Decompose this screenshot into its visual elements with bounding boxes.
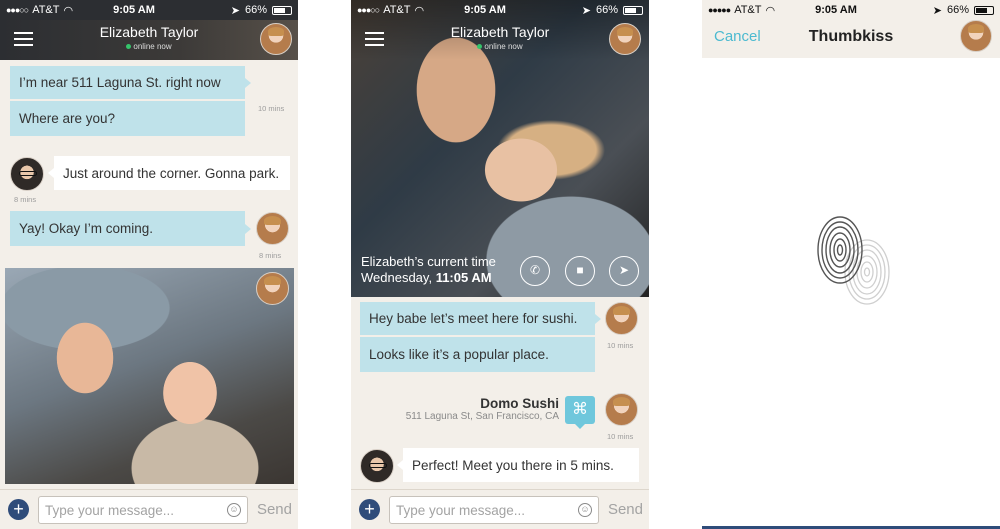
chat-header: Elizabeth Taylor online now <box>351 20 649 60</box>
message-bubble: Hey babe let’s meet here for sushi. <box>360 302 601 335</box>
sender-avatar <box>10 157 44 191</box>
emoji-icon[interactable]: ☺ <box>578 503 592 517</box>
chat-header: Elizabeth Taylor online now <box>0 20 298 60</box>
location-icon: ➤ <box>230 4 240 17</box>
restaurant-pin-icon[interactable]: ⌘ <box>565 396 595 429</box>
message-bubble: Yay! Okay I’m coming. <box>10 211 251 246</box>
carrier-label: AT&T <box>383 4 411 16</box>
status-time: 9:05 AM <box>815 4 857 16</box>
presence-status: online now <box>351 42 649 51</box>
message-timestamp: 10 mins <box>607 341 634 350</box>
sender-avatar <box>360 449 394 483</box>
phone-icon: ✆ <box>529 263 541 277</box>
thumbkiss-screen: ●●●●● AT&T ◠ 9:05 AM ➤ 66% Cancel Thumbkiss <box>702 0 1000 529</box>
fingerprint-icon[interactable] <box>810 210 896 314</box>
online-dot-icon <box>126 44 132 50</box>
share-location-button[interactable]: ➤ <box>609 256 639 286</box>
message-composer: + ☺ Send <box>351 489 649 529</box>
battery-percent: 66% <box>244 4 267 16</box>
carrier-label: AT&T <box>32 4 60 16</box>
status-time: 9:05 AM <box>113 4 155 16</box>
wifi-icon: ◠ <box>414 4 425 17</box>
signal-icon: ●●●●● <box>708 5 731 15</box>
video-camera-icon: ■ <box>576 263 584 277</box>
message-composer: + ☺ Send <box>0 489 298 529</box>
online-dot-icon <box>477 44 483 50</box>
carrier-label: AT&T <box>734 4 762 16</box>
battery-percent: 66% <box>595 4 618 16</box>
contact-avatar[interactable] <box>609 23 641 55</box>
battery-icon <box>974 5 994 15</box>
send-button[interactable]: Send <box>608 501 643 518</box>
battery-percent: 66% <box>946 4 969 16</box>
my-avatar <box>256 272 289 305</box>
wifi-icon: ◠ <box>63 4 74 17</box>
contact-avatar[interactable] <box>960 20 992 52</box>
message-timestamp: 10 mins <box>607 432 634 441</box>
signal-icon: ●●●○○ <box>357 5 380 15</box>
contact-avatar[interactable] <box>260 23 292 55</box>
add-attachment-button[interactable]: + <box>8 499 29 520</box>
page-title: Thumbkiss <box>808 28 894 45</box>
message-input[interactable] <box>38 496 248 524</box>
status-bar: ●●●○○ AT&T ◠ 9:05 AM ➤ 66% <box>351 0 649 20</box>
message-bubble: Perfect! Meet you there in 5 mins. <box>397 448 639 482</box>
shared-photo[interactable] <box>5 268 294 484</box>
video-call-button[interactable]: ■ <box>565 256 595 286</box>
message-timestamp: 8 mins <box>14 195 37 204</box>
chat-screen-2: ●●●○○ AT&T ◠ 9:05 AM ➤ 66% Elizabeth Taylor… <box>351 0 649 529</box>
send-button[interactable]: Send <box>257 501 292 518</box>
my-avatar <box>256 212 289 245</box>
add-attachment-button[interactable]: + <box>359 499 380 520</box>
message-timestamp: 10 mins <box>258 104 285 113</box>
message-bubble: Just around the corner. Gonna park. <box>48 156 290 190</box>
status-time: 9:05 AM <box>464 4 506 16</box>
location-icon: ➤ <box>932 4 942 17</box>
call-button[interactable]: ✆ <box>520 256 550 286</box>
wifi-icon: ◠ <box>765 4 776 17</box>
location-arrow-icon: ➤ <box>618 263 630 277</box>
my-avatar <box>605 302 638 335</box>
signal-icon: ●●●○○ <box>6 5 29 15</box>
chat-screen-1: ●●●○○ AT&T ◠ 9:05 AM ➤ 66% Elizabeth Taylor… <box>0 0 298 529</box>
contact-name: Elizabeth Taylor <box>450 24 550 40</box>
my-avatar <box>605 393 638 426</box>
message-bubble: Looks like it’s a popular place. <box>360 337 595 372</box>
message-bubble: Where are you? <box>10 101 245 136</box>
message-timestamp: 8 mins <box>259 251 282 260</box>
message-bubble: I’m near 511 Laguna St. right now <box>10 66 251 99</box>
contact-current-time: Elizabeth’s current time Wednesday, 11:0… <box>361 254 496 285</box>
status-bar: ●●●●● AT&T ◠ 9:05 AM ➤ 66% <box>702 0 1000 20</box>
presence-status: online now <box>0 42 298 51</box>
emoji-icon[interactable]: ☺ <box>227 503 241 517</box>
battery-icon <box>623 5 643 15</box>
place-address: 511 Laguna St, San Francisco, CA <box>405 411 559 422</box>
status-bar: ●●●○○ AT&T ◠ 9:05 AM ➤ 66% <box>0 0 298 20</box>
location-icon: ➤ <box>581 4 591 17</box>
battery-icon <box>272 5 292 15</box>
place-name[interactable]: Domo Sushi <box>480 396 559 411</box>
message-input[interactable] <box>389 496 599 524</box>
contact-name: Elizabeth Taylor <box>99 24 199 40</box>
